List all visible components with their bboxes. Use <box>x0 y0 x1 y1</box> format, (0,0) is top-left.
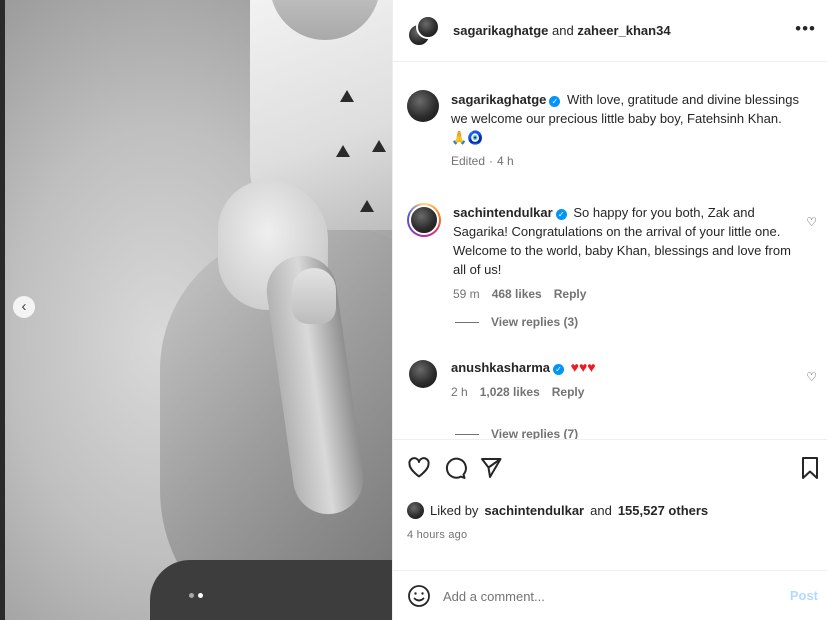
post-header: sagarikaghatge and zaheer_khan34 ••• <box>393 0 827 62</box>
post-authors: sagarikaghatge and zaheer_khan34 <box>453 23 671 38</box>
replies-line <box>455 433 479 435</box>
liked-user-link[interactable]: sachintendulkar <box>484 503 584 518</box>
carousel-prev-button[interactable]: ‹ <box>13 296 35 318</box>
post-comment-button[interactable]: Post <box>790 588 818 603</box>
comment-text: ♥♥♥ <box>570 359 596 375</box>
comment-like-heart-icon[interactable]: ♡ <box>806 370 817 384</box>
reply-button[interactable]: Reply <box>552 385 585 399</box>
view-replies-label: View replies (3) <box>491 315 579 329</box>
caption-time[interactable]: 4 h <box>497 154 514 168</box>
edited-label: Edited <box>451 154 486 168</box>
post-media: ‹ <box>0 0 392 620</box>
liked-by: Liked by sachintendulkar and 155,527 oth… <box>407 502 708 519</box>
onesie-star <box>360 200 374 212</box>
comment-username[interactable]: sachintendulkar <box>453 205 553 220</box>
carousel-dots <box>189 593 203 598</box>
reply-button[interactable]: Reply <box>554 287 587 301</box>
avatar[interactable] <box>416 14 440 39</box>
comment-username[interactable]: anushkasharma <box>451 360 550 375</box>
comment-item: sachintendulkar ✓ So happy for you both, … <box>407 203 817 301</box>
comment-bubble-icon[interactable] <box>443 456 467 480</box>
comment-time[interactable]: 59 m <box>453 287 480 301</box>
bookmark-icon[interactable] <box>800 456 820 480</box>
view-replies-label: View replies (7) <box>491 427 579 439</box>
avatar[interactable] <box>407 90 439 122</box>
replies-line <box>455 321 479 323</box>
comment-time[interactable]: 2 h <box>451 385 468 399</box>
onesie-star <box>340 90 354 102</box>
caption-emojis: 🙏🧿 <box>451 130 484 145</box>
comment-like-heart-icon[interactable]: ♡ <box>806 215 817 229</box>
liked-prefix: Liked by <box>430 503 479 518</box>
comment-input[interactable] <box>443 588 763 604</box>
meta-separator: · <box>489 154 494 168</box>
post-side-panel: sagarikaghatge and zaheer_khan34 ••• sag… <box>392 0 827 620</box>
comments-list[interactable]: sagarikaghatge ✓ With love, gratitude and… <box>393 63 827 439</box>
comment-item: anushkasharma ✓ ♥♥♥ 2 h 1,028 likes Reply… <box>407 358 817 399</box>
story-ring[interactable] <box>407 203 441 237</box>
view-replies-button[interactable]: View replies (7) <box>455 427 578 439</box>
author-link[interactable]: sagarikaghatge <box>453 23 548 38</box>
carousel-dot <box>189 593 194 598</box>
emoji-smiley-icon[interactable] <box>407 584 431 608</box>
onesie-star <box>372 140 386 152</box>
avatar[interactable] <box>409 360 437 388</box>
caption: sagarikaghatge ✓ With love, gratitude and… <box>407 90 817 168</box>
share-paper-plane-icon[interactable] <box>479 456 503 480</box>
comment-likes[interactable]: 468 likes <box>492 287 542 301</box>
post-time[interactable]: 4 hours ago <box>407 529 467 541</box>
authors-joiner: and <box>552 23 574 38</box>
comment-likes[interactable]: 1,028 likes <box>480 385 540 399</box>
verified-badge-icon: ✓ <box>553 364 564 375</box>
author-link[interactable]: zaheer_khan34 <box>577 23 670 38</box>
avatar[interactable] <box>409 205 439 235</box>
like-heart-icon[interactable] <box>407 456 431 480</box>
add-comment-bar: Post <box>393 570 827 620</box>
collab-avatars[interactable] <box>407 14 440 47</box>
post-actions: Liked by sachintendulkar and 155,527 oth… <box>393 439 827 620</box>
finger-nail <box>292 268 336 324</box>
verified-badge-icon: ✓ <box>549 96 561 107</box>
caption-username[interactable]: sagarikaghatge <box>451 92 546 107</box>
media-shadow <box>150 560 392 620</box>
view-replies-button[interactable]: View replies (3) <box>455 315 578 329</box>
chevron-left-icon: ‹ <box>21 297 27 315</box>
liked-joiner: and <box>590 503 612 518</box>
more-options-icon[interactable]: ••• <box>795 20 816 37</box>
avatar[interactable] <box>407 502 424 519</box>
liked-others-link[interactable]: 155,527 others <box>618 503 708 518</box>
verified-badge-icon: ✓ <box>555 209 567 220</box>
onesie-star <box>336 145 350 157</box>
carousel-dot-active <box>198 593 203 598</box>
